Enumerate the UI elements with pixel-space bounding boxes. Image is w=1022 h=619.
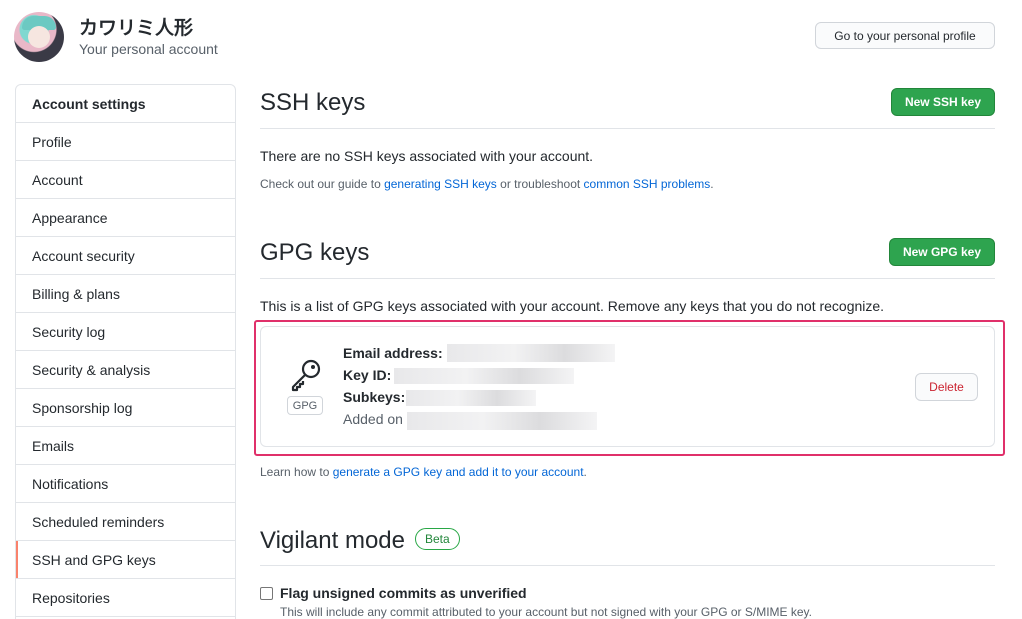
sidebar-item-scheduled-reminders[interactable]: Scheduled reminders — [16, 503, 235, 541]
new-gpg-key-button[interactable]: New GPG key — [888, 238, 995, 266]
gpg-title: GPG keys — [260, 239, 370, 266]
flag-unsigned-label[interactable]: Flag unsigned commits as unverified — [280, 585, 527, 601]
sidebar-item-billing[interactable]: Billing & plans — [16, 275, 235, 313]
flag-unsigned-checkbox[interactable] — [260, 587, 273, 600]
key-icon — [291, 359, 321, 392]
ssh-guide-middle: or troubleshoot — [496, 177, 584, 191]
sidebar-item-notifications[interactable]: Notifications — [16, 465, 235, 503]
ssh-section: SSH keys New SSH key There are no SSH ke… — [260, 84, 995, 191]
vigilant-title-text: Vigilant mode — [260, 527, 405, 554]
sidebar-item-repositories[interactable]: Repositories — [16, 579, 235, 617]
subkeys-label: Subkeys: — [343, 389, 406, 405]
subkeys-line: Subkeys: — [343, 389, 405, 405]
sidebar-item-sponsorship-log[interactable]: Sponsorship log — [16, 389, 235, 427]
ssh-section-header: SSH keys New SSH key — [260, 84, 995, 129]
sidebar-item-account-security[interactable]: Account security — [16, 237, 235, 275]
gpg-learn-prefix: Learn how to — [260, 465, 333, 479]
key-email-line: Email address: — [343, 345, 443, 361]
vigilant-section-header: Vigilant mode Beta — [260, 522, 995, 566]
sidebar-item-emails[interactable]: Emails — [16, 427, 235, 465]
vigilant-title: Vigilant mode Beta — [260, 527, 460, 555]
key-id-label: Key ID: — [343, 367, 392, 383]
gpg-section-header: GPG keys New GPG key — [260, 234, 995, 279]
key-id-line: Key ID: — [343, 367, 391, 383]
ssh-guide-prefix: Check out our guide to — [260, 177, 385, 191]
generating-ssh-keys-link[interactable]: generating SSH keys — [384, 177, 497, 191]
highlight-box — [254, 320, 1005, 456]
email-label: Email address: — [343, 345, 443, 361]
added-on-line: Added on — [343, 411, 403, 427]
ssh-guide-suffix: . — [710, 177, 714, 191]
beta-badge: Beta — [414, 527, 460, 550]
sidebar-item-security-analysis[interactable]: Security & analysis — [16, 351, 235, 389]
account-subtitle: Your personal account — [79, 41, 218, 57]
avatar[interactable] — [14, 12, 64, 62]
sidebar-item-ssh-gpg-keys[interactable]: SSH and GPG keys — [16, 541, 235, 579]
delete-gpg-key-button[interactable]: Delete — [915, 373, 978, 401]
redacted-email — [447, 344, 615, 362]
gpg-badge: GPG — [287, 396, 323, 415]
redacted-key-id — [394, 368, 574, 384]
sidebar-header: Account settings — [16, 85, 235, 123]
vigilant-section: Vigilant mode Beta — [260, 522, 995, 566]
common-ssh-problems-link[interactable]: common SSH problems — [584, 177, 711, 191]
settings-sidebar: Account settings Profile Account Appeara… — [15, 84, 236, 619]
ssh-title: SSH keys — [260, 89, 366, 116]
sidebar-item-appearance[interactable]: Appearance — [16, 199, 235, 237]
redacted-subkeys — [406, 390, 536, 406]
generate-gpg-key-link[interactable]: generate a GPG key and add it to your ac… — [333, 465, 584, 479]
new-ssh-key-button[interactable]: New SSH key — [890, 88, 995, 116]
ssh-empty-text: There are no SSH keys associated with yo… — [260, 148, 594, 164]
gpg-section: GPG keys New GPG key This is a list of G… — [260, 234, 995, 314]
redacted-added-date — [407, 412, 597, 430]
sidebar-item-profile[interactable]: Profile — [16, 123, 235, 161]
gpg-description: This is a list of GPG keys associated wi… — [260, 298, 885, 314]
account-name: カワリミ人形 — [79, 18, 194, 39]
ssh-guide-text: Check out our guide to generating SSH ke… — [260, 177, 995, 191]
sidebar-item-security-log[interactable]: Security log — [16, 313, 235, 351]
flag-unsigned-description: This will include any commit attributed … — [280, 605, 813, 619]
gpg-learn-suffix: . — [583, 465, 587, 479]
gpg-learn-text: Learn how to generate a GPG key and add … — [260, 465, 587, 479]
go-to-profile-button[interactable]: Go to your personal profile — [815, 22, 995, 49]
sidebar-item-account[interactable]: Account — [16, 161, 235, 199]
